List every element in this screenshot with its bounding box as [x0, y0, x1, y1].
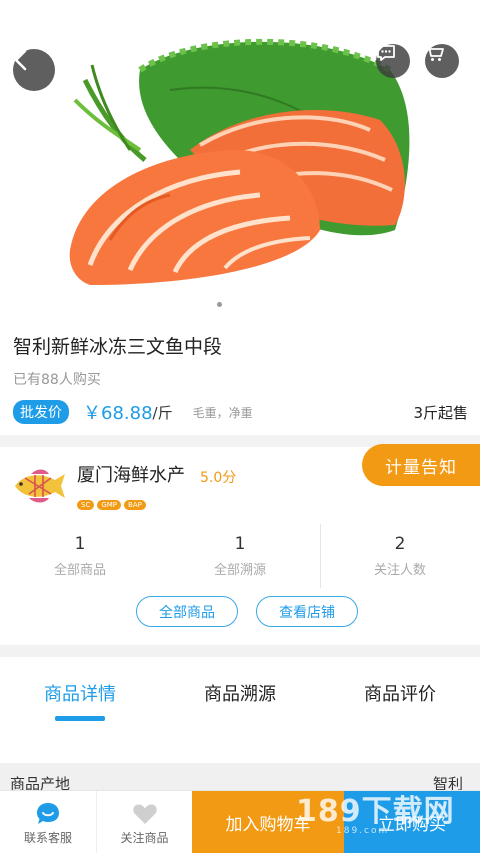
badge-gmp: GMP	[97, 500, 122, 510]
stats-divider	[320, 524, 321, 588]
price-value: ￥68.88	[83, 403, 153, 424]
product-title: 智利新鲜冰冻三文鱼中段	[13, 336, 223, 358]
salmon-sashimi-image	[69, 38, 410, 285]
all-products-button[interactable]: 全部商品	[136, 596, 238, 627]
stat-all-products[interactable]: 1 全部商品	[0, 524, 160, 588]
watermark-subtext: 189.com	[336, 826, 390, 836]
chat-bubble-icon	[35, 799, 61, 829]
price-unit: /斤	[152, 403, 173, 422]
message-button[interactable]	[376, 44, 410, 78]
contact-service-button[interactable]: 联系客服	[0, 791, 96, 853]
weight-note: 毛重，净重	[192, 405, 253, 420]
fish-icon	[15, 469, 65, 503]
measurement-notice-button[interactable]: 计量告知	[362, 444, 480, 486]
stat-label: 全部商品	[53, 563, 106, 578]
view-shop-button[interactable]: 查看店铺	[256, 596, 358, 627]
active-tab-indicator	[55, 716, 105, 721]
minimum-order: 3斤起售	[413, 403, 468, 422]
back-button[interactable]	[13, 49, 55, 91]
cart-button[interactable]	[425, 44, 459, 78]
tab-product-reviews[interactable]: 商品评价	[320, 670, 480, 720]
product-detail-page: 智利新鲜冰冻三文鱼中段 已有88人购买 批发价 ￥68.88 /斤 毛重，净重 …	[0, 0, 480, 853]
certification-badges: SC GMP BAP	[77, 500, 146, 510]
tab-product-details[interactable]: 商品详情	[0, 670, 160, 720]
watermark-text: 189下载网	[296, 794, 455, 829]
shop-score: 5.0分	[200, 470, 237, 486]
tab-product-trace[interactable]: 商品溯源	[160, 670, 320, 720]
stat-label: 全部溯源	[213, 563, 266, 578]
detail-tabs: 商品详情 商品溯源 商品评价	[0, 670, 480, 720]
follow-product-label: 关注商品	[120, 831, 169, 845]
stat-value: 2	[394, 534, 406, 554]
shop-logo[interactable]	[11, 466, 67, 506]
shop-name[interactable]: 厦门海鲜水产	[77, 461, 185, 487]
stat-all-traces[interactable]: 1 全部溯源	[160, 524, 320, 588]
stat-value: 1	[74, 534, 86, 554]
carousel-dot[interactable]	[217, 302, 222, 307]
shop-stats: 1 全部商品 1 全部溯源 2 关注人数	[0, 524, 480, 588]
heart-icon	[132, 799, 158, 829]
wholesale-price-tag: 批发价	[13, 400, 69, 424]
stat-value: 1	[234, 534, 246, 554]
product-image-carousel[interactable]	[0, 0, 480, 320]
stat-followers[interactable]: 2 关注人数	[320, 524, 480, 588]
stat-label: 关注人数	[373, 563, 426, 578]
badge-sc: SC	[77, 500, 95, 510]
section-divider	[0, 645, 480, 657]
sold-count: 已有88人购买	[13, 372, 101, 388]
contact-service-label: 联系客服	[23, 831, 72, 845]
follow-product-button[interactable]: 关注商品	[96, 791, 192, 853]
price-row: 批发价 ￥68.88 /斤 毛重，净重 3斤起售	[13, 400, 468, 424]
badge-bap: BAP	[124, 500, 146, 510]
